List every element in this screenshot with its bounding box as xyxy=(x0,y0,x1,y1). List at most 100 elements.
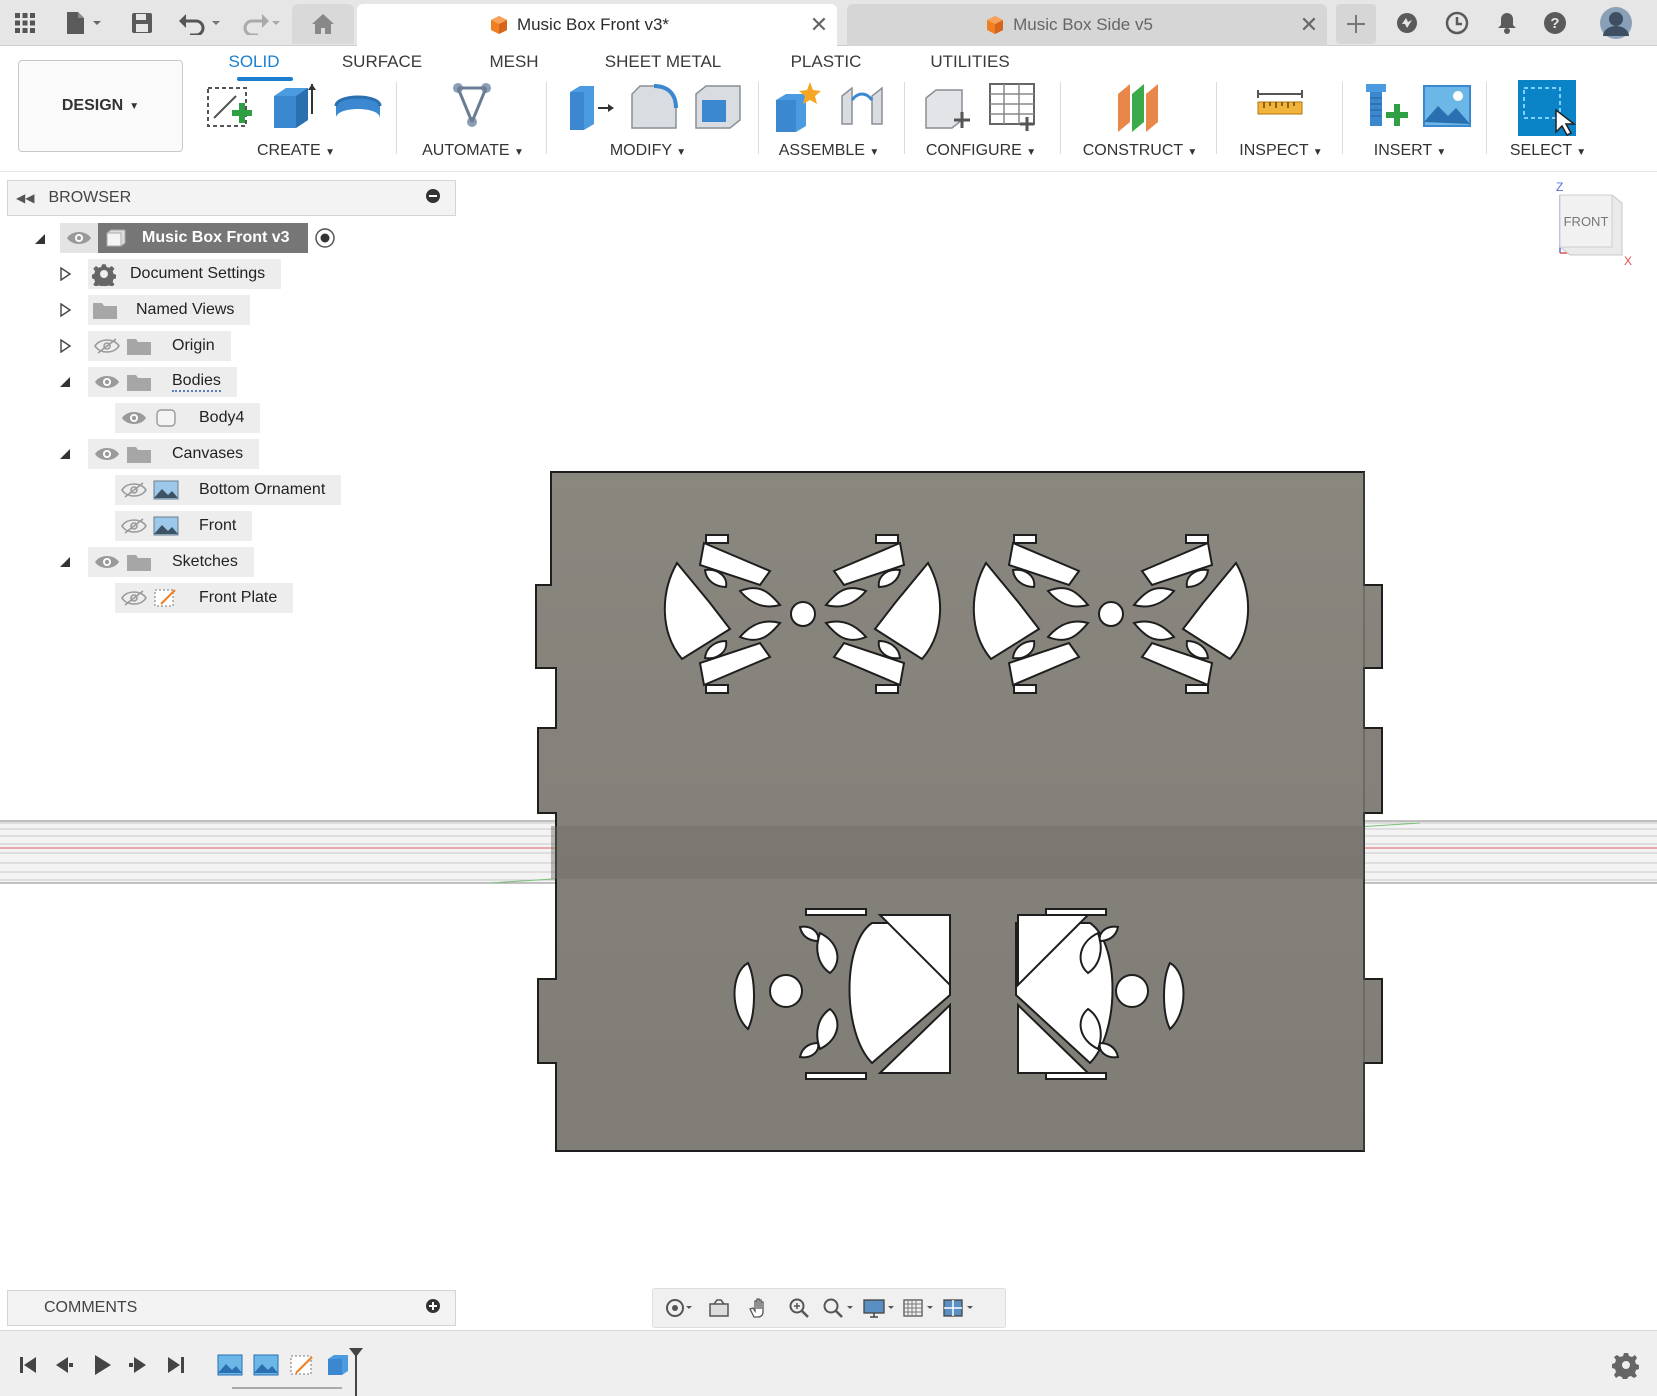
expand-icon[interactable] xyxy=(58,339,72,353)
collapse-icon[interactable] xyxy=(58,555,72,569)
visibility-eye-icon[interactable] xyxy=(94,446,120,462)
timeline-sketch-icon[interactable] xyxy=(288,1351,316,1379)
construct-menu[interactable]: CONSTRUCT ▼ xyxy=(1078,142,1202,160)
insert-canvas-icon[interactable] xyxy=(1422,80,1474,132)
display-settings-icon[interactable] xyxy=(861,1294,897,1322)
close-tab-icon[interactable]: ✕ xyxy=(801,12,837,38)
select-menu[interactable]: SELECT ▼ xyxy=(1502,142,1594,160)
activate-radio-icon[interactable] xyxy=(314,227,336,249)
design-workspace-button[interactable]: DESIGN ▼ xyxy=(18,60,183,152)
tab-surface[interactable]: SURFACE xyxy=(330,52,434,78)
add-comment-icon[interactable] xyxy=(425,1298,441,1319)
automate-icon[interactable] xyxy=(446,80,498,132)
modify-menu[interactable]: MODIFY ▼ xyxy=(598,142,698,160)
visibility-eye-icon[interactable] xyxy=(94,554,120,570)
new-component-icon[interactable] xyxy=(772,80,824,132)
visibility-eye-icon[interactable] xyxy=(66,230,92,246)
viewcube[interactable]: FRONT Z X xyxy=(1556,180,1632,268)
go-to-end-icon[interactable] xyxy=(162,1351,190,1379)
music-box-front-body[interactable] xyxy=(535,471,1383,1152)
go-to-start-icon[interactable] xyxy=(14,1351,42,1379)
tree-root[interactable]: Music Box Front v3 xyxy=(60,223,336,253)
visibility-eye-icon[interactable] xyxy=(121,410,147,426)
extrude-icon[interactable] xyxy=(268,80,320,132)
measure-icon[interactable] xyxy=(1254,80,1306,132)
step-back-icon[interactable] xyxy=(50,1351,78,1379)
expand-icon[interactable] xyxy=(58,267,72,281)
undo-icon[interactable] xyxy=(176,6,226,40)
tree-item-sketches[interactable]: Sketches xyxy=(88,547,254,577)
zoom-window-icon[interactable] xyxy=(821,1294,857,1322)
timeline-canvas-icon[interactable] xyxy=(252,1351,280,1379)
create-sketch-icon[interactable] xyxy=(204,80,256,132)
shell-icon[interactable] xyxy=(692,80,744,132)
close-tab-icon[interactable]: ✕ xyxy=(1291,12,1327,38)
help-icon[interactable]: ? xyxy=(1538,6,1572,40)
look-at-icon[interactable] xyxy=(701,1294,737,1322)
canvas-viewport[interactable]: FRONT Z X xyxy=(0,173,1657,1330)
home-icon[interactable] xyxy=(292,4,354,44)
configure-menu[interactable]: CONFIGURE ▼ xyxy=(922,142,1040,160)
tree-item-document-settings[interactable]: Document Settings xyxy=(88,259,282,289)
timeline-canvas-icon[interactable] xyxy=(216,1351,244,1379)
tab-utilities[interactable]: UTILITIES xyxy=(920,52,1020,78)
file-icon[interactable] xyxy=(58,6,108,40)
visibility-eye-icon[interactable] xyxy=(94,374,120,390)
extensions-icon[interactable] xyxy=(1390,6,1424,40)
step-forward-icon[interactable] xyxy=(124,1351,152,1379)
collapse-icon[interactable] xyxy=(33,232,47,246)
tree-item-bodies[interactable]: Bodies xyxy=(88,367,237,397)
collapse-icon[interactable] xyxy=(58,375,72,389)
tab-solid[interactable]: SOLID xyxy=(214,52,294,78)
fillet-icon[interactable] xyxy=(628,80,680,132)
offset-plane-icon[interactable] xyxy=(1112,80,1164,132)
grid-settings-icon[interactable] xyxy=(901,1294,937,1322)
collapse-panel-icon[interactable]: ◀◀ xyxy=(16,191,34,205)
assemble-menu[interactable]: ASSEMBLE ▼ xyxy=(770,142,888,160)
tab-mesh[interactable]: MESH xyxy=(476,52,552,78)
comments-panel[interactable]: COMMENTS xyxy=(7,1290,456,1326)
user-avatar[interactable] xyxy=(1598,6,1634,40)
collapse-icon[interactable] xyxy=(58,447,72,461)
joint-icon[interactable] xyxy=(836,80,888,132)
grid-icon[interactable] xyxy=(10,6,40,40)
create-menu[interactable]: CREATE ▼ xyxy=(246,142,346,160)
insert-menu[interactable]: INSERT ▼ xyxy=(1360,142,1460,160)
hidden-eye-icon[interactable] xyxy=(121,482,147,498)
tab-music-box-side[interactable]: Music Box Side v5 ✕ xyxy=(847,4,1327,46)
revolve-icon[interactable] xyxy=(332,80,384,132)
save-icon[interactable] xyxy=(125,6,159,40)
hidden-eye-icon[interactable] xyxy=(94,338,120,354)
insert-mcmaster-icon[interactable] xyxy=(1360,80,1412,132)
select-tool-button[interactable] xyxy=(1518,80,1577,136)
notifications-icon[interactable] xyxy=(1490,6,1524,40)
zoom-icon[interactable] xyxy=(781,1294,817,1322)
play-icon[interactable] xyxy=(88,1351,116,1379)
tree-item-named-views[interactable]: Named Views xyxy=(88,295,251,325)
press-pull-icon[interactable] xyxy=(564,80,616,132)
pan-hand-icon[interactable] xyxy=(741,1294,777,1322)
expand-icon[interactable] xyxy=(58,303,72,317)
tab-plastic[interactable]: PLASTIC xyxy=(780,52,872,78)
tab-music-box-front[interactable]: Music Box Front v3* ✕ xyxy=(357,4,837,46)
orbit-icon[interactable] xyxy=(661,1294,697,1322)
hidden-eye-icon[interactable] xyxy=(121,590,147,606)
timeline-settings-gear-icon[interactable] xyxy=(1612,1351,1640,1379)
minimize-panel-icon[interactable] xyxy=(425,188,441,209)
tab-sheet-metal[interactable]: SHEET METAL xyxy=(598,52,728,78)
timeline-marker[interactable] xyxy=(348,1347,364,1396)
new-tab-icon[interactable] xyxy=(1336,4,1376,44)
tree-item-bottom-ornament[interactable]: Bottom Ornament xyxy=(115,475,342,505)
tree-item-canvases[interactable]: Canvases xyxy=(88,439,260,469)
configuration-table-icon[interactable] xyxy=(986,80,1038,132)
tree-item-origin[interactable]: Origin xyxy=(88,331,231,361)
tree-item-front-plate[interactable]: Front Plate xyxy=(115,583,294,613)
viewports-icon[interactable] xyxy=(941,1294,977,1322)
configure-icon[interactable] xyxy=(922,80,974,132)
redo-icon[interactable] xyxy=(234,6,284,40)
tree-item-front[interactable]: Front xyxy=(115,511,253,541)
automate-menu[interactable]: AUTOMATE ▼ xyxy=(418,142,528,160)
inspect-menu[interactable]: INSPECT ▼ xyxy=(1226,142,1336,160)
hidden-eye-icon[interactable] xyxy=(121,518,147,534)
job-status-icon[interactable] xyxy=(1440,6,1474,40)
